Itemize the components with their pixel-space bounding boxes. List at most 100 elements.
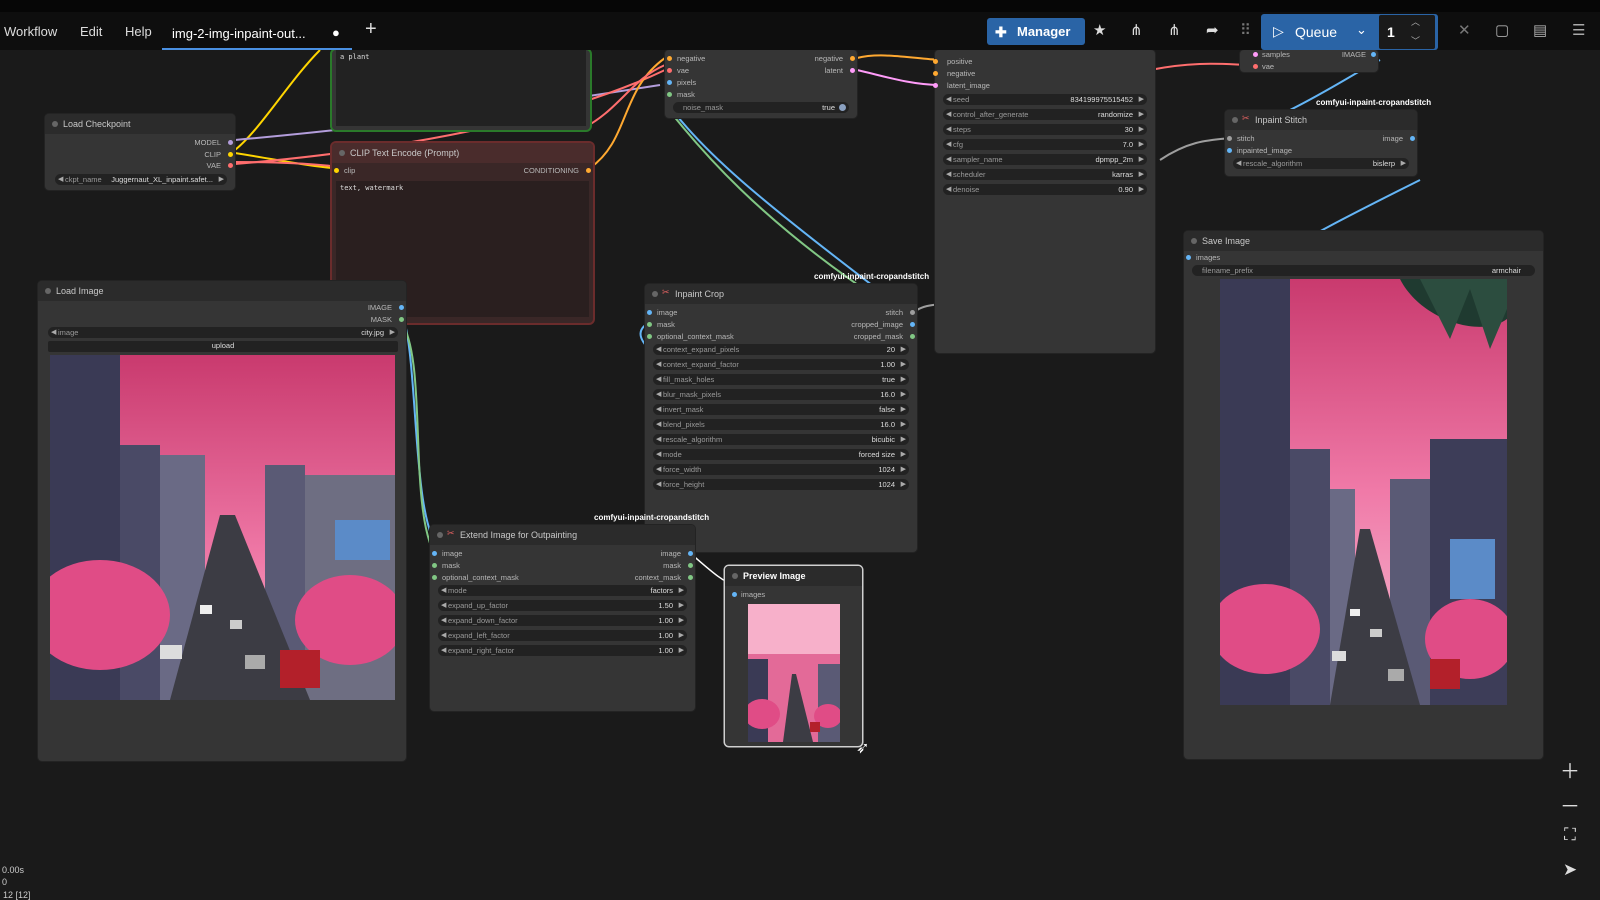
arrow-left-icon[interactable]: ◀ <box>656 375 661 383</box>
model-pin[interactable] <box>228 140 233 145</box>
star-icon[interactable]: ★ <box>1093 21 1106 39</box>
arrow-left-icon[interactable]: ◀ <box>656 450 661 458</box>
share-icon[interactable]: ➦ <box>1206 21 1219 39</box>
arrow-right-icon[interactable]: ▶ <box>1139 185 1144 193</box>
node-preview-image[interactable]: Preview Image images <box>725 566 862 746</box>
node-header[interactable]: ✂ Inpaint Stitch <box>1225 110 1417 130</box>
arrow-left-icon[interactable]: ◀ <box>441 616 446 624</box>
layout-icon[interactable]: ▢ <box>1495 21 1509 39</box>
ckpt-name-widget[interactable]: ◀ ckpt_name Juggernaut_XL_inpaint.safet.… <box>55 174 227 185</box>
widget-expand-right-factor[interactable]: ◀ expand_right_factor 1.00 ▶ <box>438 645 687 656</box>
collapse-dot[interactable] <box>1191 238 1197 244</box>
clip-pin[interactable] <box>228 152 233 157</box>
filename-prefix-widget[interactable]: filename_prefix armchair <box>1192 265 1535 276</box>
widget-blend-pixels[interactable]: ◀ blend_pixels 16.0 ▶ <box>653 419 909 430</box>
widget-mode[interactable]: ◀ mode factors ▶ <box>438 585 687 596</box>
panel-icon[interactable]: ▤ <box>1533 21 1547 39</box>
upload-button[interactable]: upload <box>48 341 398 352</box>
collapse-dot[interactable] <box>437 532 443 538</box>
arrow-left-icon[interactable]: ◀ <box>946 155 951 163</box>
arrow-right-icon[interactable]: ▶ <box>679 646 684 654</box>
node-inpaint-model-conditioning[interactable]: negative vae pixels mask negative latent… <box>665 50 857 118</box>
arrow-left-icon[interactable]: ◀ <box>946 95 951 103</box>
latent-output-pin[interactable] <box>850 68 855 73</box>
arrow-right-icon[interactable]: ▶ <box>1139 110 1144 118</box>
negative-output-pin[interactable] <box>850 56 855 61</box>
context-mask-output-pin[interactable] <box>688 575 693 580</box>
arrow-left-icon[interactable]: ◀ <box>946 170 951 178</box>
mask-input-pin[interactable] <box>667 92 672 97</box>
mask-output-pin[interactable] <box>688 563 693 568</box>
node-header[interactable]: CLIP Text Encode (Prompt) <box>332 143 593 163</box>
node-header[interactable]: ✂ Extend Image for Outpainting <box>430 525 695 545</box>
widget-scheduler[interactable]: ◀ scheduler karras ▶ <box>943 169 1147 180</box>
arrow-left-icon[interactable]: ◀ <box>441 601 446 609</box>
arrow-right-icon[interactable]: ▶ <box>390 328 395 336</box>
widget-cfg[interactable]: ◀ cfg 7.0 ▶ <box>943 139 1147 150</box>
widget-steps[interactable]: ◀ steps 30 ▶ <box>943 124 1147 135</box>
arrow-right-icon[interactable]: ▶ <box>901 420 906 428</box>
arrow-left-icon[interactable]: ◀ <box>58 175 63 183</box>
arrow-right-icon[interactable]: ▶ <box>1139 140 1144 148</box>
arrow-left-icon[interactable]: ◀ <box>1236 159 1241 167</box>
node-inpaint-stitch[interactable]: ✂ Inpaint Stitch stitch inpainted_image i… <box>1225 110 1417 176</box>
latent-input-pin[interactable] <box>933 83 938 88</box>
node-inpaint-crop[interactable]: ✂ Inpaint Crop image mask optional_contex… <box>645 284 917 552</box>
samples-input-pin[interactable] <box>1253 52 1258 57</box>
vae-input-pin[interactable] <box>667 68 672 73</box>
node-save-image[interactable]: Save Image images filename_prefix armcha… <box>1184 231 1543 759</box>
arrow-right-icon[interactable]: ▶ <box>1139 125 1144 133</box>
widget-force-width[interactable]: ◀ force_width 1024 ▶ <box>653 464 909 475</box>
decrement-icon[interactable]: ﹀ <box>1411 34 1420 47</box>
arrow-left-icon[interactable]: ◀ <box>441 586 446 594</box>
node-header[interactable]: Load Checkpoint <box>45 114 235 134</box>
queue-count-input[interactable]: 1 ︿ ﹀ <box>1379 15 1435 49</box>
clip-input-pin[interactable] <box>334 168 339 173</box>
widget-expand-up-factor[interactable]: ◀ expand_up_factor 1.50 ▶ <box>438 600 687 611</box>
negative-input-pin[interactable] <box>667 56 672 61</box>
context-mask-input-pin[interactable] <box>432 575 437 580</box>
widget-seed[interactable]: ◀ seed 834199975515452 ▶ <box>943 94 1147 105</box>
mask-output-pin[interactable] <box>399 317 404 322</box>
close-icon[interactable]: ✕ <box>1458 21 1471 39</box>
stitch-input-pin[interactable] <box>1227 136 1232 141</box>
arrow-right-icon[interactable]: ▶ <box>901 465 906 473</box>
widget-invert-mask[interactable]: ◀ invert_mask false ▶ <box>653 404 909 415</box>
zoom-out-button[interactable]: － <box>1550 790 1590 820</box>
image-output-pin[interactable] <box>399 305 404 310</box>
increment-icon[interactable]: ︿ <box>1411 15 1420 28</box>
collapse-dot[interactable] <box>652 291 658 297</box>
arrow-right-icon[interactable]: ▶ <box>901 345 906 353</box>
menu-edit[interactable]: Edit <box>80 24 102 39</box>
conditioning-pin[interactable] <box>586 168 591 173</box>
arrow-left-icon[interactable]: ◀ <box>51 328 56 336</box>
collapse-dot[interactable] <box>52 121 58 127</box>
add-tab-button[interactable]: + <box>365 18 377 41</box>
image-output-pin[interactable] <box>1410 136 1415 141</box>
arrow-left-icon[interactable]: ◀ <box>946 185 951 193</box>
arrow-right-icon[interactable]: ▶ <box>679 586 684 594</box>
arrow-left-icon[interactable]: ◀ <box>656 420 661 428</box>
mask-input-pin[interactable] <box>647 322 652 327</box>
arrow-left-icon[interactable]: ◀ <box>656 435 661 443</box>
navigate-icon[interactable]: ➤ <box>1550 860 1590 890</box>
node-header[interactable]: ✂ Inpaint Crop <box>645 284 917 304</box>
widget-mode[interactable]: ◀ mode forced size ▶ <box>653 449 909 460</box>
arrow-right-icon[interactable]: ▶ <box>901 375 906 383</box>
node-load-checkpoint[interactable]: Load Checkpoint MODEL CLIP VAE ◀ ckpt_na… <box>45 114 235 190</box>
images-input-pin[interactable] <box>1186 255 1191 260</box>
arrow-right-icon[interactable]: ▶ <box>901 435 906 443</box>
collapse-dot[interactable] <box>339 150 345 156</box>
node-header[interactable]: Preview Image <box>725 566 862 586</box>
arrow-left-icon[interactable]: ◀ <box>441 631 446 639</box>
manager-button[interactable]: ✚ Manager <box>987 18 1085 45</box>
arrow-right-icon[interactable]: ▶ <box>679 616 684 624</box>
a11y-alt-icon[interactable]: ⋔ <box>1168 21 1181 39</box>
arrow-left-icon[interactable]: ◀ <box>656 360 661 368</box>
cropped-mask-output-pin[interactable] <box>910 334 915 339</box>
workflow-tab[interactable]: img-2-img-inpaint-out... ● <box>162 20 352 50</box>
arrow-right-icon[interactable]: ▶ <box>901 405 906 413</box>
node-header[interactable]: Save Image <box>1184 231 1543 251</box>
collapse-dot[interactable] <box>732 573 738 579</box>
widget-expand-down-factor[interactable]: ◀ expand_down_factor 1.00 ▶ <box>438 615 687 626</box>
